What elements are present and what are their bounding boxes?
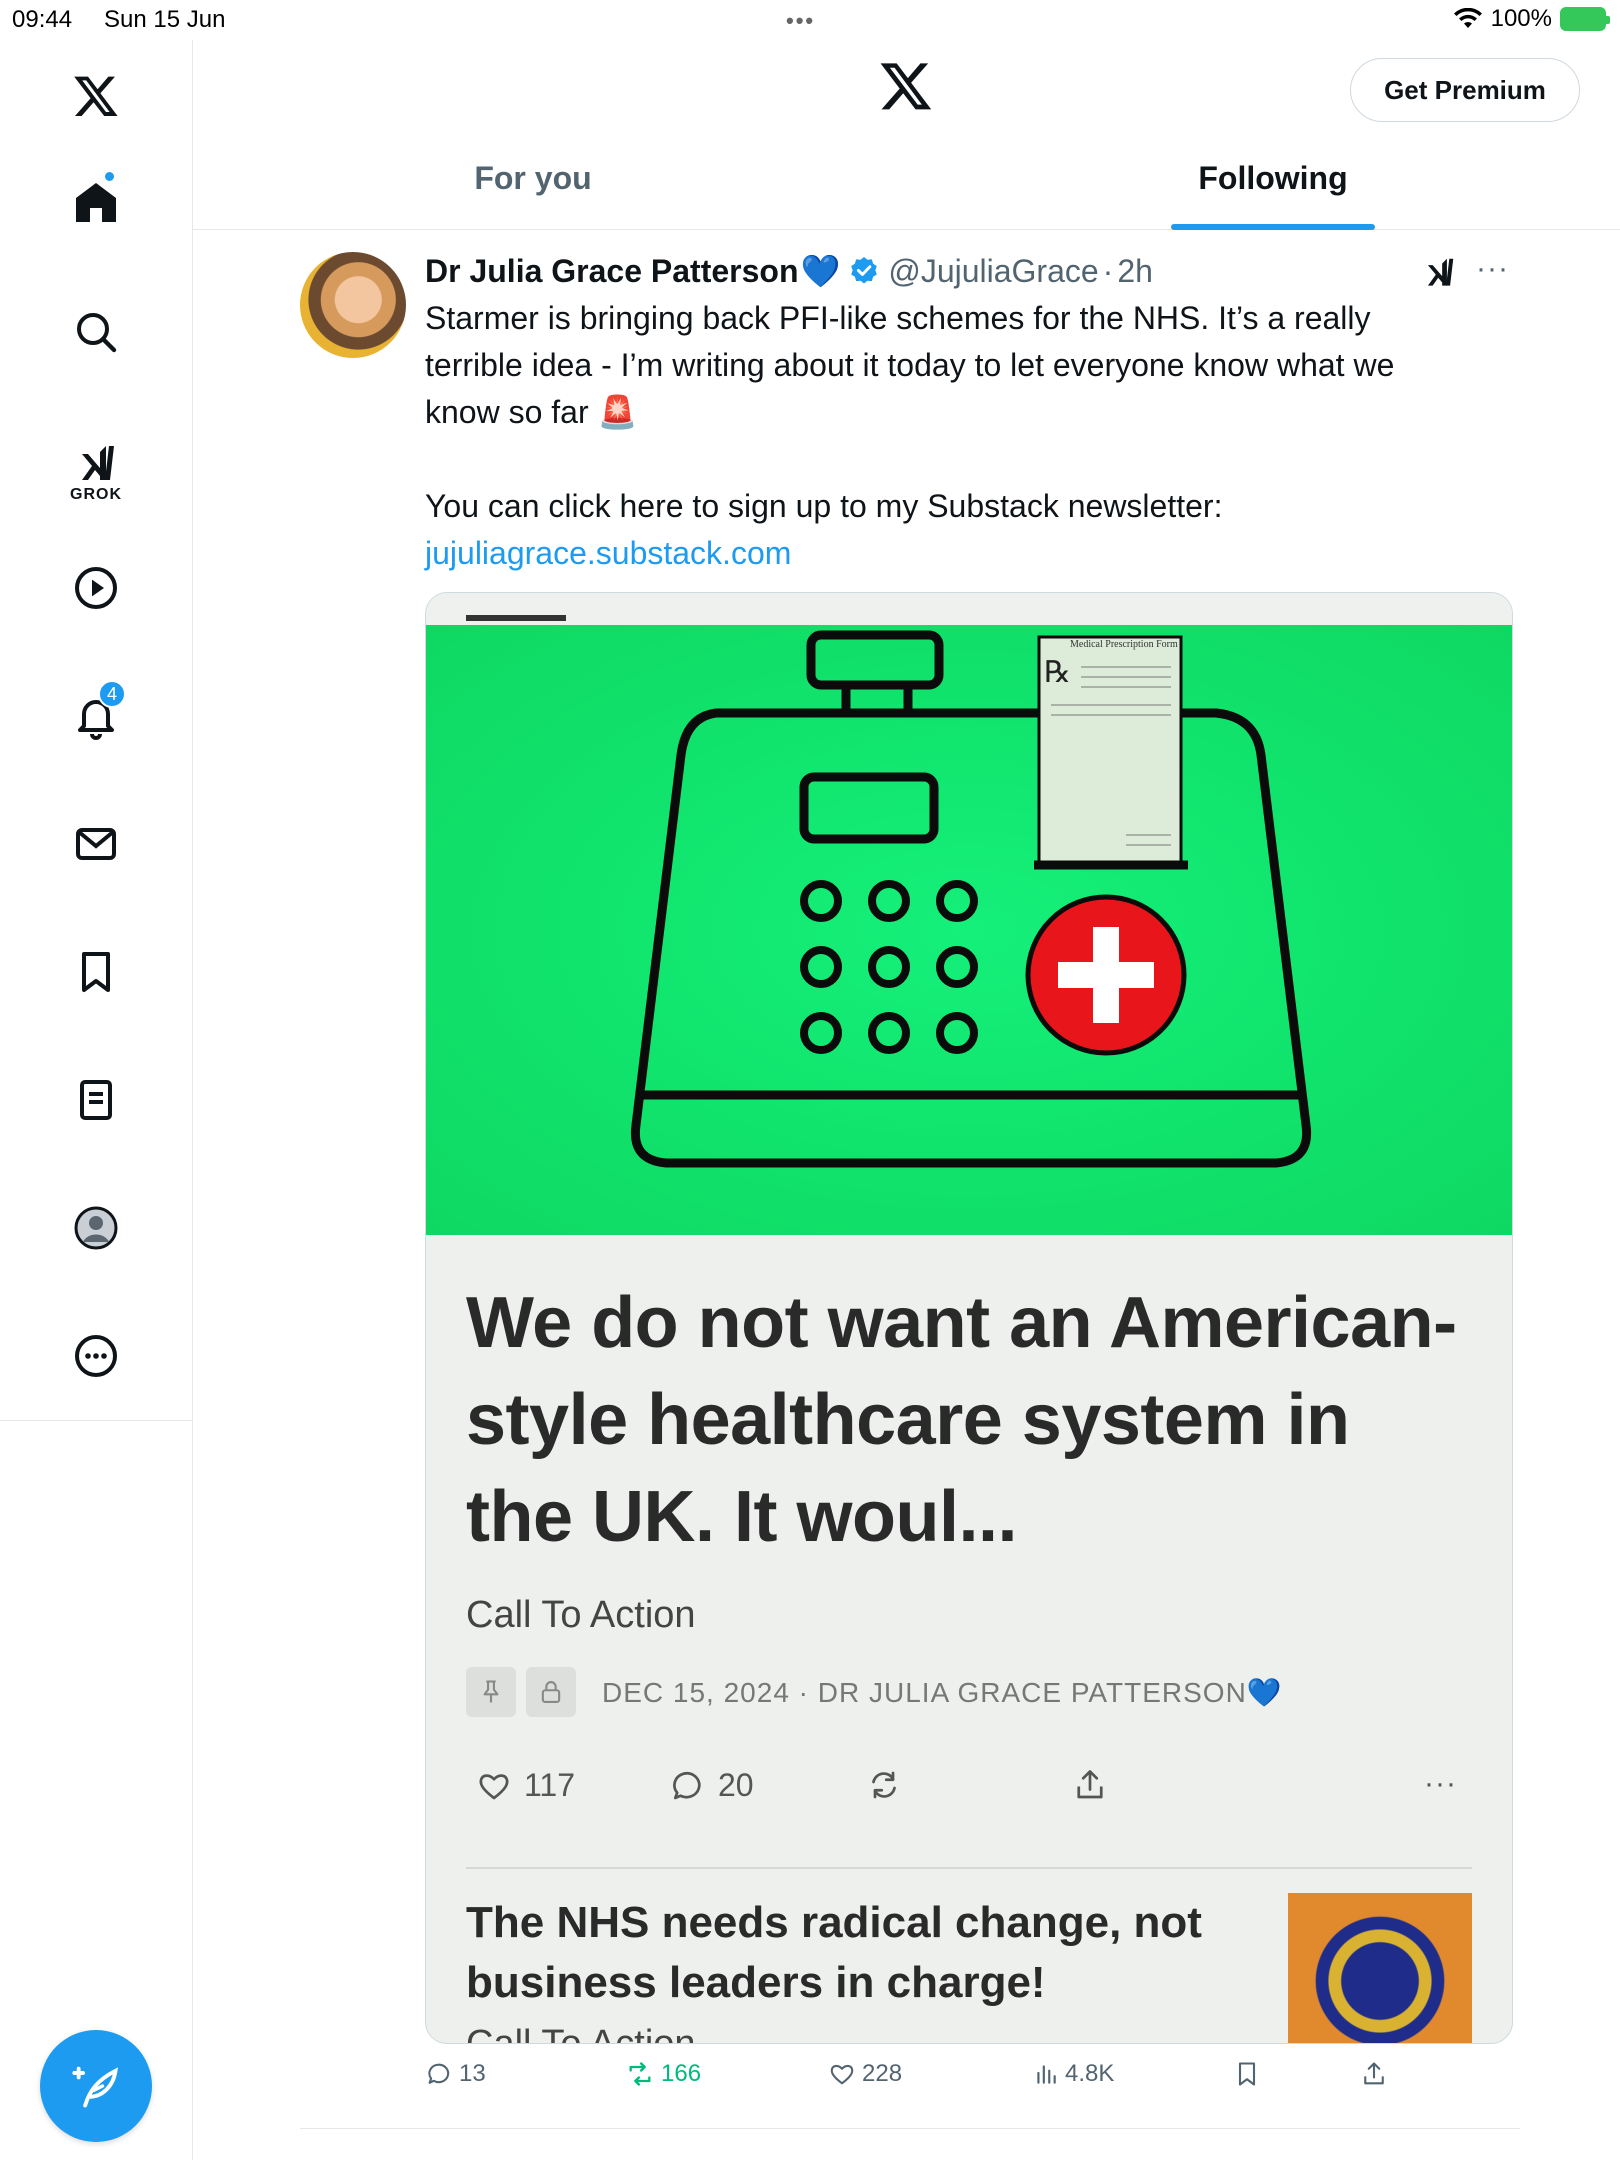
- status-time: 09:44: [12, 6, 73, 33]
- author-avatar[interactable]: [300, 252, 406, 358]
- cash-register-icon: [630, 630, 1312, 1168]
- x-logo-icon[interactable]: [60, 60, 132, 132]
- tweet-more-icon[interactable]: ···: [1476, 252, 1509, 286]
- comment-icon: [673, 1771, 701, 1799]
- more-options-icon[interactable]: [60, 1320, 132, 1392]
- lock-icon: [526, 1667, 576, 1717]
- wifi-icon: [1453, 8, 1482, 28]
- tab-label: Following: [1198, 160, 1348, 196]
- search-icon[interactable]: [60, 296, 132, 368]
- profile-avatar-icon[interactable]: [60, 1192, 132, 1264]
- tab-for-you[interactable]: For you: [423, 160, 643, 230]
- article-more-icon[interactable]: ···: [1424, 1767, 1457, 1801]
- multitasking-dots-icon[interactable]: •••: [786, 8, 815, 34]
- sidebar: GROK 4: [0, 40, 193, 2160]
- home-icon[interactable]: [60, 166, 132, 238]
- article-comment-count: 20: [718, 1767, 754, 1803]
- article-like-count: 117: [524, 1767, 576, 1803]
- bookmarks-icon[interactable]: [60, 936, 132, 1008]
- meta-separator: ·: [1102, 252, 1114, 289]
- reply-icon: [428, 2063, 450, 2084]
- get-premium-button[interactable]: Get Premium: [1350, 58, 1580, 122]
- article-meta: DEC 15, 2024 · DR JULIA GRACE PATTERSON💙: [466, 1667, 1472, 1717]
- next-article-title: The NHS needs radical change, not busine…: [466, 1898, 1202, 2007]
- reply-count: 13: [459, 2060, 486, 2087]
- compose-button[interactable]: [40, 2030, 152, 2142]
- cash-register-illustration: Medical Prescription Form ℞: [426, 625, 1512, 1235]
- lists-icon[interactable]: [60, 1064, 132, 1136]
- view-count: 4.8K: [1065, 2060, 1115, 2087]
- attached-screenshot[interactable]: Medical Prescription Form ℞ We do not wa…: [425, 592, 1513, 2044]
- substack-link[interactable]: jujuliagrace.substack.com: [425, 530, 1425, 577]
- battery-percent: 100%: [1490, 5, 1552, 32]
- active-tab-indicator: [1171, 224, 1375, 230]
- tweet-action-bar: 13 166 228 4.8K: [425, 2060, 1525, 2100]
- tweet-text: Starmer is bringing back PFI-like scheme…: [425, 300, 1395, 524]
- grok-nav[interactable]: GROK: [60, 422, 132, 522]
- article-share-icon[interactable]: [1072, 1767, 1108, 1803]
- article-headline: We do not want an American-style healthc…: [466, 1283, 1457, 1557]
- status-right: 100%: [1453, 5, 1610, 33]
- article-like-button[interactable]: 117: [476, 1767, 575, 1804]
- article-separator: [466, 1867, 1472, 1869]
- next-article-thumbnail: [1288, 1893, 1472, 2043]
- bookmark-button[interactable]: [1233, 2060, 1261, 2088]
- bookmark-icon: [1238, 2062, 1256, 2086]
- article-restack-icon[interactable]: [866, 1767, 902, 1803]
- progress-mark: [466, 615, 566, 621]
- views-button[interactable]: 4.8K: [1033, 2060, 1114, 2088]
- like-count: 228: [862, 2060, 903, 2087]
- x-logo-icon: [880, 63, 932, 110]
- article-comment-button[interactable]: 20: [670, 1767, 754, 1804]
- repost-icon: [629, 2062, 651, 2086]
- tab-following[interactable]: Following: [1153, 160, 1393, 230]
- unread-dot: [105, 172, 114, 181]
- notifications-icon[interactable]: 4: [60, 680, 132, 752]
- share-icon: [1364, 2062, 1384, 2085]
- tweet-divider: [300, 2128, 1520, 2129]
- share-button[interactable]: [1360, 2060, 1388, 2088]
- grok-icon: [82, 446, 114, 480]
- status-date: Sun 15 Jun: [104, 6, 226, 33]
- author-handle[interactable]: @JujuliaGrace: [888, 253, 1098, 290]
- video-icon[interactable]: [60, 552, 132, 624]
- article-meta-text: DEC 15, 2024 · DR JULIA GRACE PATTERSON💙: [602, 1676, 1283, 1708]
- notification-badge: 4: [98, 680, 126, 708]
- grok-explain-icon[interactable]: [1420, 254, 1458, 292]
- next-article[interactable]: The NHS needs radical change, not busine…: [466, 1893, 1472, 2043]
- name-emoji: 💙: [800, 253, 841, 289]
- pin-icon: [466, 1667, 516, 1717]
- reply-button[interactable]: 13: [425, 2060, 486, 2088]
- card-top-bar: [426, 593, 1512, 625]
- grok-label: GROK: [70, 486, 122, 503]
- prescription-title: Medical Prescription Form: [1070, 639, 1178, 650]
- compose-feather-icon: [72, 2066, 118, 2108]
- tweet-header: Dr Julia Grace Patterson 💙 @JujuliaGrace…: [425, 250, 1425, 292]
- article-actions: 117 20 ···: [466, 1767, 1472, 1817]
- tab-label: For you: [474, 160, 592, 196]
- heart-icon: [479, 1773, 509, 1799]
- verified-badge-icon: [851, 257, 878, 284]
- author-name[interactable]: Dr Julia Grace Patterson: [425, 253, 798, 290]
- repost-count: 166: [661, 2060, 702, 2087]
- messages-icon[interactable]: [60, 808, 132, 880]
- timeline-header: Get Premium For you Following: [193, 40, 1620, 230]
- status-bar: 09:44 Sun 15 Jun ••• 100%: [0, 0, 1620, 40]
- tweet-content: Dr Julia Grace Patterson 💙 @JujuliaGrace…: [425, 250, 1425, 577]
- battery-icon: [1560, 7, 1610, 31]
- heart-icon: [830, 2064, 854, 2085]
- sidebar-divider: [0, 1420, 193, 1421]
- repost-button[interactable]: 166: [625, 2060, 701, 2088]
- like-button[interactable]: 228: [828, 2060, 902, 2088]
- analytics-icon: [1037, 2065, 1056, 2084]
- card-body: We do not want an American-style healthc…: [426, 1275, 1512, 2043]
- tweet-time[interactable]: 2h: [1117, 253, 1153, 290]
- prescription-rx-icon: ℞: [1044, 656, 1071, 689]
- article-subtitle: Call To Action: [466, 1594, 696, 1636]
